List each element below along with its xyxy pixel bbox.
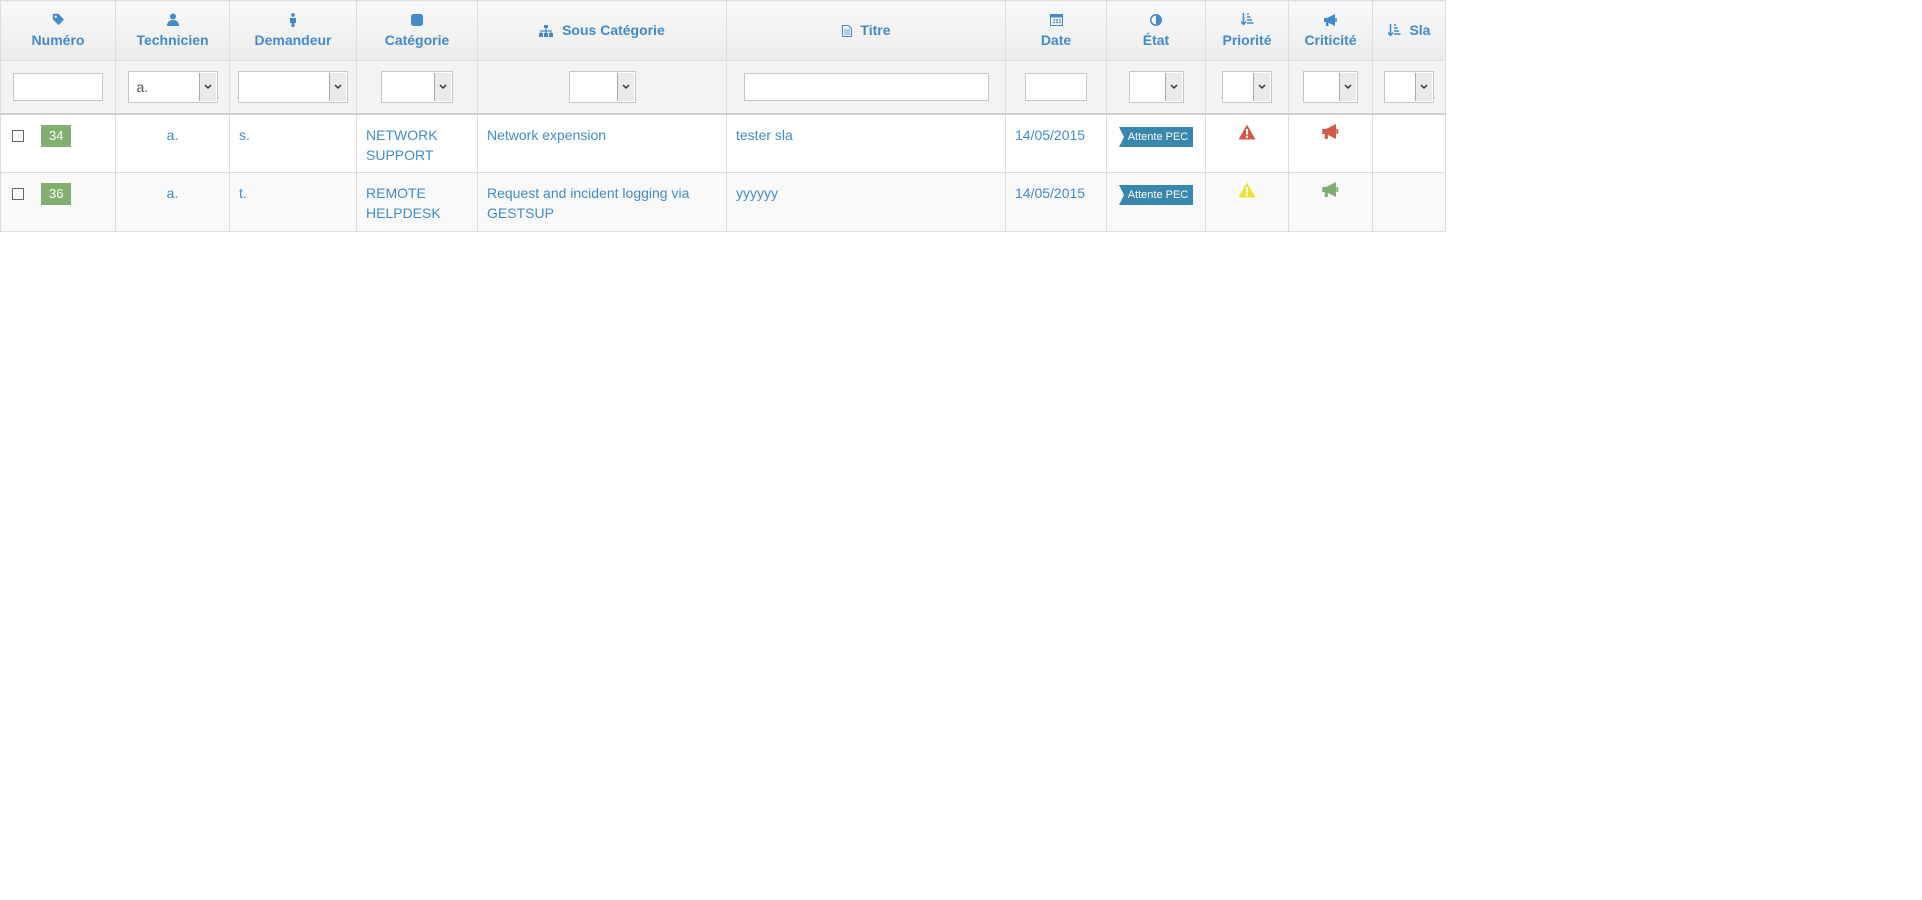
filter-date-input[interactable] xyxy=(1025,72,1087,101)
col-header-label: Demandeur xyxy=(254,32,332,48)
col-header-label: Sous Catégorie xyxy=(562,21,665,38)
col-header-titre[interactable]: Titre xyxy=(726,0,1006,61)
cell-sous-categorie[interactable]: Network expension xyxy=(477,113,727,173)
col-header-priorite[interactable]: Priorité xyxy=(1205,0,1289,61)
filter-demandeur-value xyxy=(239,72,329,102)
warning-icon xyxy=(1238,182,1256,198)
table-row[interactable]: 34 a. s. NETWORK SUPPORT Network expensi… xyxy=(0,113,1446,173)
cell-date[interactable]: 14/05/2015 xyxy=(1005,172,1107,232)
state-badge[interactable]: Attente PEC xyxy=(1118,126,1194,147)
chevron-down-icon xyxy=(1420,84,1428,89)
cell-date[interactable]: 14/05/2015 xyxy=(1005,113,1107,173)
cell-sla[interactable] xyxy=(1372,172,1446,232)
filter-criticite-value xyxy=(1304,72,1339,102)
sort-amount-icon xyxy=(1386,23,1401,40)
header-row: Numéro Technicien Demandeur Catégorie So… xyxy=(0,0,1446,61)
col-header-technicien[interactable]: Technicien xyxy=(115,0,230,61)
filter-sous-categorie-value xyxy=(570,72,617,102)
filter-etat-select[interactable] xyxy=(1128,70,1184,103)
col-header-label: Priorité xyxy=(1222,32,1272,48)
cell-demandeur[interactable]: t. xyxy=(229,172,357,232)
state-badge[interactable]: Attente PEC xyxy=(1118,185,1194,205)
filter-numero-input[interactable] xyxy=(13,72,103,101)
filter-technicien-select[interactable]: a. xyxy=(127,70,218,103)
col-header-label: Sla xyxy=(1409,21,1431,38)
chevron-down-icon xyxy=(334,84,342,89)
cell-titre[interactable]: yyyyyy xyxy=(726,172,1006,232)
col-header-numero[interactable]: Numéro xyxy=(0,0,116,61)
bullhorn-icon xyxy=(1321,123,1338,139)
cell-categorie[interactable]: REMOTE HELPDESK xyxy=(356,172,478,232)
cell-technicien[interactable]: a. xyxy=(115,172,230,232)
cell-technicien[interactable]: a. xyxy=(115,113,230,173)
col-header-label: Technicien xyxy=(136,32,209,48)
filter-priorite-value xyxy=(1223,72,1253,102)
col-header-label: Titre xyxy=(860,21,891,38)
col-header-label: État xyxy=(1142,32,1170,48)
bullhorn-icon xyxy=(1291,13,1370,29)
filter-criticite-select[interactable] xyxy=(1303,70,1358,103)
row-select-checkbox[interactable] xyxy=(12,129,24,142)
cell-categorie[interactable]: NETWORK SUPPORT xyxy=(356,113,478,173)
chevron-down-icon xyxy=(1258,84,1266,89)
col-header-sous-categorie[interactable]: Sous Catégorie xyxy=(477,0,727,61)
chevron-down-icon xyxy=(621,84,630,89)
col-header-date[interactable]: Date xyxy=(1005,0,1107,61)
sitemap-icon xyxy=(539,24,554,40)
filter-categorie-select[interactable] xyxy=(381,70,453,103)
filter-sous-categorie-select[interactable] xyxy=(568,70,636,103)
chevron-down-icon xyxy=(439,84,447,89)
tickets-table: Numéro Technicien Demandeur Catégorie So… xyxy=(0,0,1446,232)
col-header-label: Catégorie xyxy=(384,32,450,48)
table-row[interactable]: 36 a. t. REMOTE HELPDESK Request and inc… xyxy=(0,172,1446,232)
filter-categorie-value xyxy=(382,72,434,102)
sort-amount-icon xyxy=(1208,13,1286,29)
row-select-checkbox[interactable] xyxy=(12,188,24,201)
col-header-etat[interactable]: État xyxy=(1106,0,1206,61)
ticket-number-badge[interactable]: 36 xyxy=(41,183,72,206)
col-header-categorie[interactable]: Catégorie xyxy=(356,0,478,61)
filter-priorite-select[interactable] xyxy=(1222,70,1272,103)
filter-technicien-value: a. xyxy=(136,78,149,95)
person-icon xyxy=(232,13,354,29)
filter-row: a. xyxy=(0,60,1446,115)
col-header-label: Numéro xyxy=(31,32,85,48)
chevron-down-icon xyxy=(1169,84,1178,89)
document-icon xyxy=(841,24,852,40)
user-icon xyxy=(118,13,227,29)
col-header-demandeur[interactable]: Demandeur xyxy=(229,0,357,61)
calendar-icon xyxy=(1008,13,1104,29)
cell-demandeur[interactable]: s. xyxy=(229,113,357,173)
filter-sla-value xyxy=(1385,72,1415,102)
cell-titre[interactable]: tester sla xyxy=(726,113,1006,173)
col-header-sla[interactable]: Sla xyxy=(1372,0,1446,61)
tag-icon xyxy=(3,13,113,29)
filter-demandeur-select[interactable] xyxy=(238,70,348,103)
cell-sla[interactable] xyxy=(1372,113,1446,173)
col-header-label: Criticité xyxy=(1304,32,1357,48)
warning-icon xyxy=(1238,124,1256,139)
col-header-label: Date xyxy=(1040,32,1072,48)
filter-titre-input[interactable] xyxy=(743,72,989,101)
chevron-down-icon xyxy=(203,84,212,89)
adjust-icon xyxy=(1109,13,1203,29)
square-icon xyxy=(359,13,475,29)
filter-etat-value xyxy=(1130,72,1165,102)
bullhorn-icon xyxy=(1321,182,1338,197)
col-header-criticite[interactable]: Criticité xyxy=(1288,0,1373,61)
filter-sla-select[interactable] xyxy=(1384,70,1434,103)
cell-sous-categorie[interactable]: Request and incident logging via GESTSUP xyxy=(477,172,727,232)
chevron-down-icon xyxy=(1344,84,1352,89)
ticket-number-badge[interactable]: 34 xyxy=(41,124,72,147)
